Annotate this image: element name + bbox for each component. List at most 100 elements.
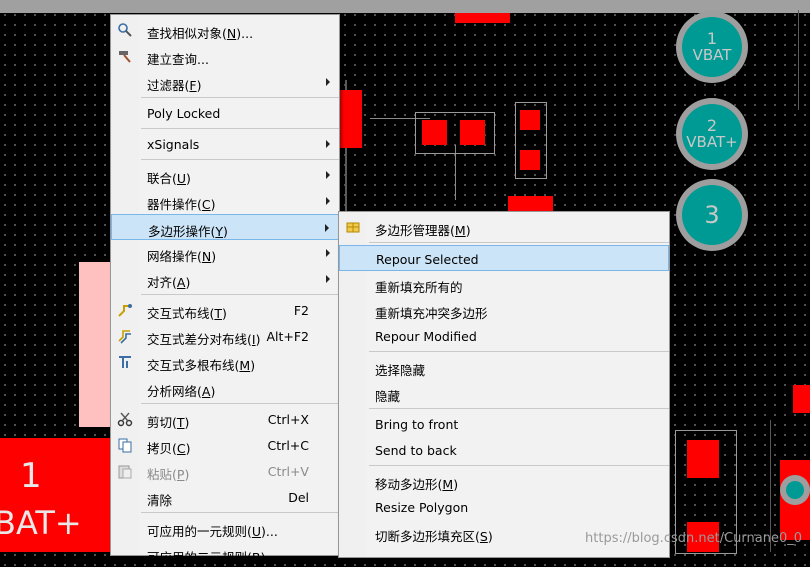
submenu-arrow-icon — [326, 197, 330, 205]
battery-pad-number: 1 — [20, 456, 42, 496]
submenu-arrow-icon — [326, 140, 330, 148]
menu-item-label: 建立查询... — [147, 52, 209, 67]
polygon-submenu-item-repour-selected[interactable]: Repour Selected — [339, 245, 669, 271]
polygon-submenu-item-2[interactable]: 重新填充所有的 — [339, 271, 669, 297]
context-menu-item-1[interactable]: 建立查询... — [111, 43, 339, 69]
menu-item-label: 重新填充冲突多边形 — [375, 306, 488, 321]
context-menu-item-n[interactable]: 网络操作(N) — [111, 240, 339, 266]
menu-item-label: Resize Polygon — [375, 500, 469, 515]
multi-route-icon — [117, 354, 133, 370]
menu-separator — [369, 465, 669, 466]
menu-separator — [369, 351, 669, 352]
watermark-text: https://blog.csdn.net/Curnane0_0 — [585, 531, 802, 546]
diff-pair-route-icon — [117, 328, 133, 344]
smd-pad[interactable] — [687, 440, 719, 478]
menu-item-label: 分析网络(A) — [147, 384, 216, 399]
context-menu-item-u[interactable]: 联合(U) — [111, 162, 339, 188]
paste-icon — [117, 463, 133, 479]
context-menu-item-17[interactable]: 清除 Del — [111, 484, 339, 510]
menu-item-label: 拷贝(C) — [147, 441, 191, 456]
menu-item-label: 过滤器(F) — [147, 78, 202, 93]
smd-pad[interactable] — [520, 110, 540, 130]
context-menu: 查找相似对象(N)... 建立查询... 过滤器(F) Poly Locked xSig… — [110, 14, 340, 565]
smd-pad[interactable] — [455, 13, 510, 23]
context-menu-item-c[interactable]: 器件操作(C) — [111, 188, 339, 214]
pad-3[interactable]: 3 — [676, 179, 748, 251]
route-icon — [117, 302, 133, 318]
battery-pad[interactable]: 1 BAT+ — [0, 438, 112, 552]
menu-separator — [141, 128, 339, 129]
smd-pad[interactable] — [422, 120, 447, 145]
menu-item-shortcut: Ctrl+C — [267, 438, 309, 453]
polygon-submenu-item-bring-to-front[interactable]: Bring to front — [339, 411, 669, 437]
context-menu-item-t[interactable]: 剪切(T) Ctrl+X — [111, 406, 339, 432]
menu-item-label: 隐藏 — [375, 389, 401, 404]
menu-item-label: 联合(U) — [147, 171, 191, 186]
polygon-submenu-item-repour-modified[interactable]: Repour Modified — [339, 323, 669, 349]
vbat-pad-1[interactable]: 1 VBAT — [676, 11, 748, 83]
copy-icon — [117, 437, 133, 453]
menu-item-label: 可应用的一元规则(U)... — [147, 524, 278, 539]
context-menu-item-c[interactable]: 拷贝(C) Ctrl+C — [111, 432, 339, 458]
submenu-arrow-icon — [326, 275, 330, 283]
menu-separator — [141, 97, 339, 98]
polygon-submenu-item-m[interactable]: 多边形管理器(M) — [339, 214, 669, 240]
selected-pad[interactable] — [79, 262, 111, 427]
context-menu-item-a[interactable]: 对齐(A) — [111, 266, 339, 292]
context-menu-item-p[interactable]: 粘贴(P) Ctrl+V — [111, 458, 339, 484]
polygon-submenu-item-resize-polygon[interactable]: Resize Polygon — [339, 494, 669, 520]
submenu-arrow-icon — [326, 171, 330, 179]
pad-3-inner: 3 — [682, 185, 742, 245]
menu-item-label: 清除 — [147, 493, 173, 508]
menu-item-label: 重新填充所有的 — [375, 280, 463, 295]
context-menu-item-poly-locked[interactable]: Poly Locked — [111, 100, 339, 126]
context-menu-item-b[interactable]: 可应用的二元规则(B)... — [111, 541, 339, 567]
menu-item-label: 粘贴(P) — [147, 467, 190, 482]
submenu-arrow-icon — [326, 78, 330, 86]
menu-item-label: 网络操作(N) — [147, 249, 217, 264]
smd-pad[interactable] — [520, 150, 540, 170]
hammer-icon — [117, 48, 133, 64]
context-menu-item-a[interactable]: 分析网络(A) — [111, 375, 339, 401]
context-menu-item-n[interactable]: 查找相似对象(N)... — [111, 17, 339, 43]
menu-item-label: 查找相似对象(N)... — [147, 26, 254, 41]
menu-item-label: 移动多边形(M) — [375, 477, 459, 492]
smd-pad[interactable] — [460, 120, 485, 145]
polygon-actions-submenu: 多边形管理器(M) Repour Selected 重新填充所有的重新填充冲突多边形… — [338, 211, 670, 558]
menu-item-shortcut: Del — [288, 490, 309, 505]
menu-separator — [369, 242, 669, 243]
context-menu-item-i[interactable]: 交互式差分对布线(I) Alt+F2 — [111, 323, 339, 349]
menu-item-shortcut: Ctrl+V — [267, 464, 309, 479]
menu-separator — [141, 159, 339, 160]
pad-number: 2 — [706, 115, 718, 135]
pad-number: 3 — [704, 201, 720, 229]
menu-separator — [141, 403, 339, 404]
battery-pad-name: BAT+ — [0, 504, 82, 542]
pad-number: 1 — [706, 28, 718, 48]
context-menu-item-t[interactable]: 交互式布线(T) F2 — [111, 297, 339, 323]
polygon-submenu-item-m[interactable]: 移动多边形(M) — [339, 468, 669, 494]
menu-separator — [369, 408, 669, 409]
polygon-submenu-item-6[interactable]: 隐藏 — [339, 380, 669, 406]
polygon-submenu-item-send-to-back[interactable]: Send to back — [339, 437, 669, 463]
context-menu-item-m[interactable]: 交互式多根布线(M) — [111, 349, 339, 375]
context-menu-item-xsignals[interactable]: xSignals — [111, 131, 339, 157]
polygon-submenu-item-5[interactable]: 选择隐藏 — [339, 354, 669, 380]
smd-pad[interactable] — [793, 385, 810, 413]
menu-item-label: Repour Modified — [375, 329, 477, 344]
vbat-pad-2-inner: 2 VBAT+ — [682, 104, 742, 164]
menu-item-label: Send to back — [375, 443, 457, 458]
menu-item-label: 切断多边形填充区(S) — [375, 529, 493, 544]
menu-item-label: Repour Selected — [376, 252, 479, 267]
menu-item-label: 多边形操作(Y) — [148, 224, 228, 239]
context-menu-item-y[interactable]: 多边形操作(Y) — [111, 214, 339, 240]
vbat-pad-2[interactable]: 2 VBAT+ — [676, 98, 748, 170]
smd-pad[interactable] — [340, 90, 362, 148]
polygon-submenu-item-3[interactable]: 重新填充冲突多边形 — [339, 297, 669, 323]
menu-item-label: 交互式差分对布线(I) — [147, 332, 261, 347]
through-hole-pad[interactable] — [780, 475, 810, 505]
submenu-arrow-icon — [326, 249, 330, 257]
context-menu-item-u[interactable]: 可应用的一元规则(U)... — [111, 515, 339, 541]
menu-item-label: 可应用的二元规则(B)... — [147, 550, 278, 565]
context-menu-item-f[interactable]: 过滤器(F) — [111, 69, 339, 95]
